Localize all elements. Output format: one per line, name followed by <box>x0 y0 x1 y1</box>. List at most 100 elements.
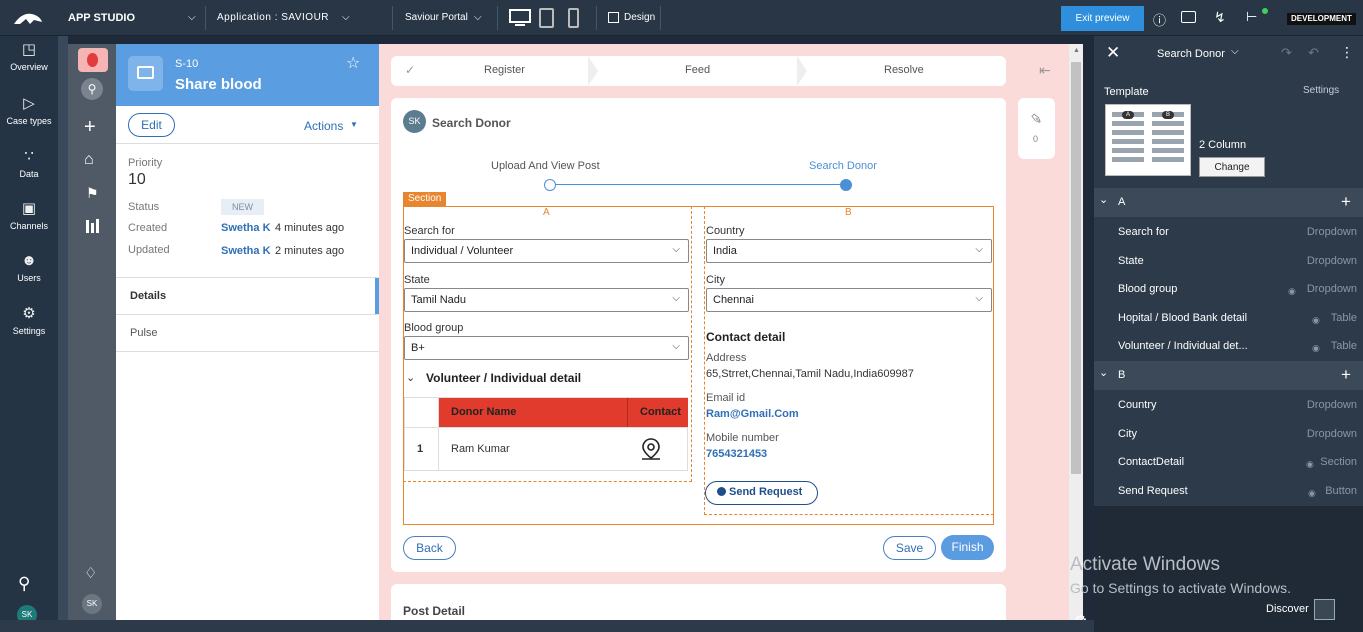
add-icon[interactable]: + <box>1341 365 1351 385</box>
nav-item-overview[interactable]: ◳ Overview <box>0 42 58 73</box>
nav-item-settings[interactable]: ⚙ Settings <box>0 306 58 337</box>
more-icon[interactable]: ⋮ <box>1340 44 1354 61</box>
nav-item-channels[interactable]: ▣ Channels <box>0 200 58 232</box>
tablet-icon[interactable] <box>539 8 554 28</box>
column-header-donor-name[interactable]: Donor Name <box>451 406 516 418</box>
nav-item-case-types[interactable]: ▷ Case types <box>0 96 58 127</box>
city-label: City <box>706 274 725 286</box>
step-search-label[interactable]: Search Donor <box>809 160 877 172</box>
nav-item-users[interactable]: ☻ Users <box>0 253 58 284</box>
updated-label: Updated <box>128 244 170 256</box>
address-label: Address <box>706 352 747 364</box>
exit-preview-button[interactable]: Exit preview <box>1061 6 1144 31</box>
search-icon[interactable]: ⚲ <box>18 574 30 594</box>
city-dropdown[interactable]: Chennai ⌵ <box>706 288 992 312</box>
design-icon[interactable] <box>608 12 619 23</box>
column-b-label: B <box>845 207 852 218</box>
portal-selector[interactable]: Saviour Portal <box>405 12 468 23</box>
application-selector[interactable]: Application : SAVIOUR <box>217 12 329 23</box>
desktop-icon[interactable] <box>509 9 531 23</box>
avatar[interactable]: SK <box>82 594 102 614</box>
chevron-down-icon[interactable]: ⌵ <box>1231 46 1239 57</box>
blood-group-dropdown[interactable]: B+ ⌵ <box>404 336 689 360</box>
back-button[interactable]: Back <box>403 536 456 560</box>
volunteer-section-title[interactable]: Volunteer / Individual detail <box>426 371 581 385</box>
nav-item-data[interactable]: ∵ Data <box>0 149 58 180</box>
redo-icon[interactable]: ↷ <box>1281 45 1292 61</box>
visibility-icon: ◉ <box>1288 286 1296 296</box>
status-badge: NEW <box>221 199 264 215</box>
location-icon[interactable] <box>640 437 662 461</box>
search-for-dropdown[interactable]: Individual / Volunteer ⌵ <box>404 239 689 263</box>
home-icon[interactable]: ⌂ <box>84 151 94 169</box>
field-row[interactable]: Blood group Dropdown <box>1094 275 1363 304</box>
design-button[interactable]: Design <box>624 12 655 23</box>
country-dropdown[interactable]: India ⌵ <box>706 239 992 263</box>
chevron-down-icon[interactable]: ⌄ <box>406 371 415 384</box>
column-header-contact[interactable]: Contact <box>640 406 681 418</box>
field-row[interactable]: Volunteer / Individual det... Table <box>1094 332 1363 361</box>
undo-icon[interactable]: ↶ <box>1308 45 1319 61</box>
plus-icon[interactable]: + <box>84 116 96 139</box>
lightning-icon[interactable]: ↯ <box>1214 9 1226 26</box>
settings-link[interactable]: Settings <box>1303 85 1339 96</box>
blood-drop-icon <box>87 53 98 67</box>
field-row[interactable]: State Dropdown <box>1094 247 1363 276</box>
chart-icon[interactable] <box>86 220 89 233</box>
caret-down-icon[interactable]: ▼ <box>350 120 358 129</box>
field-row[interactable]: Hopital / Blood Bank detail Table <box>1094 304 1363 333</box>
group-b-header[interactable]: B <box>1094 361 1363 390</box>
scroll-up-icon[interactable]: ▲ <box>1073 47 1080 54</box>
chevron-down-icon[interactable]: ⌄ <box>1099 366 1108 379</box>
flag-icon[interactable]: ⚑ <box>86 185 99 202</box>
created-by-link[interactable]: Swetha K <box>221 222 271 234</box>
chevron-down-icon[interactable]: ⌄ <box>1099 193 1108 206</box>
email-link[interactable]: Ram@Gmail.Com <box>706 408 799 420</box>
chevron-down-icon: ⌵ <box>672 341 680 352</box>
visibility-icon: ◉ <box>1308 488 1316 498</box>
stage-separator <box>797 56 807 86</box>
field-row[interactable]: ContactDetail Section <box>1094 448 1363 477</box>
close-icon[interactable]: ✕ <box>1106 43 1120 63</box>
discover-label[interactable]: Discover <box>1266 603 1309 615</box>
hierarchy-icon[interactable]: ⊢ <box>1246 9 1257 25</box>
stage-register[interactable]: Register <box>484 64 525 76</box>
field-row[interactable]: Country Dropdown <box>1094 391 1363 420</box>
chevron-down-icon[interactable]: ⌵ <box>188 12 196 23</box>
template-column-b <box>1152 112 1184 166</box>
step-upload-label[interactable]: Upload And View Post <box>491 160 600 172</box>
field-row[interactable]: City Dropdown <box>1094 420 1363 449</box>
group-a-header[interactable]: A <box>1094 188 1363 217</box>
bell-icon[interactable]: ♢ <box>84 564 97 582</box>
scrollbar-thumb[interactable] <box>1071 62 1081 474</box>
state-dropdown[interactable]: Tamil Nadu ⌵ <box>404 288 689 312</box>
mobile-link[interactable]: 7654321453 <box>706 448 767 460</box>
contact-detail-title: Contact detail <box>706 330 786 344</box>
save-button[interactable]: Save <box>883 536 936 560</box>
star-icon[interactable]: ☆ <box>346 53 360 73</box>
actions-button[interactable]: Actions <box>304 119 343 133</box>
search-icon[interactable]: ⚲ <box>81 78 103 100</box>
step-upload-dot[interactable] <box>544 179 556 191</box>
edit-button[interactable]: Edit <box>128 113 175 137</box>
updated-by-link[interactable]: Swetha K <box>221 245 271 257</box>
attachments-widget[interactable] <box>1018 98 1055 159</box>
step-search-dot[interactable] <box>840 179 852 191</box>
collapse-icon[interactable]: ⇤ <box>1039 62 1051 79</box>
finish-button[interactable]: Finish <box>941 535 994 560</box>
field-row[interactable]: Send Request Button <box>1094 477 1363 506</box>
comment-icon[interactable] <box>1181 11 1196 23</box>
channels-icon: ▣ <box>21 200 37 217</box>
mobile-icon[interactable] <box>568 8 579 28</box>
stage-resolve[interactable]: Resolve <box>884 64 924 76</box>
divider <box>205 6 206 30</box>
template-b-badge: B <box>1162 111 1174 119</box>
chevron-down-icon[interactable]: ⌵ <box>342 12 350 23</box>
layers-icon[interactable] <box>1314 599 1335 620</box>
stage-feed[interactable]: Feed <box>685 64 710 76</box>
field-row[interactable]: Search for Dropdown <box>1094 218 1363 247</box>
help-icon[interactable]: ⓘ <box>1153 10 1166 29</box>
chevron-down-icon[interactable]: ⌵ <box>474 12 482 23</box>
change-template-button[interactable]: Change <box>1199 157 1265 177</box>
add-icon[interactable]: + <box>1341 192 1351 212</box>
